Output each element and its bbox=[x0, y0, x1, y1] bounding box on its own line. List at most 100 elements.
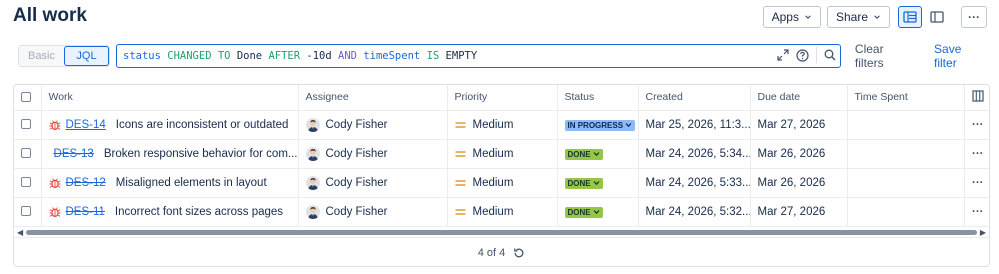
table-row[interactable]: DES-11 Incorrect font sizes across pages… bbox=[14, 197, 989, 227]
row-checkbox[interactable] bbox=[21, 206, 31, 217]
priority-label: Medium bbox=[472, 118, 514, 131]
status-cell[interactable]: DONE bbox=[557, 197, 639, 227]
avatar bbox=[305, 175, 320, 190]
jql-token: -10d bbox=[306, 50, 332, 62]
priority-cell[interactable]: Medium bbox=[447, 110, 558, 140]
status-badge[interactable]: DONE bbox=[564, 206, 603, 218]
status-badge[interactable]: DONE bbox=[564, 177, 603, 189]
work-item-summary[interactable]: Icons are inconsistent or outdated bbox=[116, 119, 289, 131]
jql-mode-button[interactable]: JQL bbox=[64, 46, 109, 66]
chevron-down-icon bbox=[874, 15, 880, 19]
scrollbar-thumb[interactable] bbox=[26, 230, 977, 235]
column-header-status[interactable]: Status bbox=[557, 85, 639, 111]
save-filter-button[interactable]: Save filter bbox=[934, 42, 986, 70]
horizontal-scrollbar[interactable]: ◀ ▶ bbox=[14, 227, 989, 237]
time-spent-cell bbox=[847, 110, 965, 140]
columns-icon[interactable] bbox=[972, 90, 984, 102]
status-badge[interactable]: DONE bbox=[564, 148, 603, 160]
row-more-button[interactable]: ··· bbox=[972, 177, 984, 189]
work-table: Work Assignee Priority Status Created Du… bbox=[13, 84, 990, 267]
jql-token: EMPTY bbox=[445, 50, 478, 62]
jql-input[interactable]: status CHANGED TO Done AFTER -10d AND ti… bbox=[116, 44, 841, 68]
status-label: DONE bbox=[567, 149, 591, 159]
priority-label: Medium bbox=[472, 176, 514, 189]
detail-view-icon bbox=[930, 11, 944, 23]
status-cell[interactable]: DONE bbox=[557, 168, 639, 198]
table-row[interactable]: DES-12 Misaligned elements in layout Cod… bbox=[14, 168, 989, 198]
bug-icon bbox=[49, 119, 60, 130]
row-checkbox[interactable] bbox=[21, 177, 31, 188]
search-mode-toggle: Basic JQL bbox=[18, 45, 110, 67]
assignee-cell[interactable]: Cody Fisher bbox=[298, 168, 448, 198]
avatar bbox=[305, 204, 320, 219]
status-label: DONE bbox=[567, 178, 591, 188]
work-item-key[interactable]: DES-11 bbox=[66, 206, 105, 218]
more-icon: ··· bbox=[968, 10, 980, 24]
basic-mode-button[interactable]: Basic bbox=[19, 46, 64, 66]
work-item-summary[interactable]: Incorrect font sizes across pages bbox=[115, 206, 283, 218]
apps-button[interactable]: Apps bbox=[762, 6, 821, 28]
refresh-icon[interactable] bbox=[513, 247, 525, 259]
work-item-key[interactable]: DES-13 bbox=[54, 148, 94, 160]
row-checkbox[interactable] bbox=[21, 119, 31, 130]
column-header-time-spent[interactable]: Time Spent bbox=[847, 85, 965, 111]
priority-label: Medium bbox=[472, 147, 514, 160]
status-cell[interactable]: DONE bbox=[557, 139, 639, 169]
scroll-right-icon[interactable]: ▶ bbox=[980, 228, 986, 237]
work-cell: DES-12 Misaligned elements in layout bbox=[41, 168, 299, 198]
row-more-cell: ··· bbox=[964, 139, 989, 169]
assignee-cell[interactable]: Cody Fisher bbox=[298, 110, 448, 140]
work-item-key[interactable]: DES-14 bbox=[66, 119, 106, 131]
work-cell: DES-14 Icons are inconsistent or outdate… bbox=[41, 110, 299, 140]
select-all-checkbox[interactable] bbox=[21, 92, 31, 103]
table-row[interactable]: DES-13 Broken responsive behavior for co… bbox=[14, 139, 989, 169]
row-select-cell bbox=[14, 110, 42, 140]
assignee-name: Cody Fisher bbox=[325, 205, 388, 218]
table-header-row: Work Assignee Priority Status Created Du… bbox=[14, 85, 989, 111]
column-header-work[interactable]: Work bbox=[41, 85, 299, 111]
work-item-key[interactable]: DES-12 bbox=[66, 177, 106, 189]
status-label: DONE bbox=[567, 207, 591, 217]
row-select-cell bbox=[14, 197, 42, 227]
status-cell[interactable]: IN PROGRESS bbox=[557, 110, 639, 140]
row-more-button[interactable]: ··· bbox=[972, 206, 984, 218]
work-item-summary[interactable]: Broken responsive behavior for com... bbox=[104, 148, 297, 160]
scroll-left-icon[interactable]: ◀ bbox=[17, 228, 23, 237]
table-row[interactable]: DES-14 Icons are inconsistent or outdate… bbox=[14, 110, 989, 140]
created-cell: Mar 25, 2026, 11:3... bbox=[638, 110, 751, 140]
share-button[interactable]: Share bbox=[826, 6, 890, 28]
row-checkbox[interactable] bbox=[21, 148, 31, 159]
search-row: Basic JQL status CHANGED TO Done AFTER -… bbox=[18, 42, 986, 70]
list-view-button[interactable] bbox=[898, 6, 922, 28]
work-item-summary[interactable]: Misaligned elements in layout bbox=[116, 177, 267, 189]
row-more-button[interactable]: ··· bbox=[972, 148, 984, 160]
assignee-cell[interactable]: Cody Fisher bbox=[298, 139, 448, 169]
priority-cell[interactable]: Medium bbox=[447, 197, 558, 227]
work-cell: DES-13 Broken responsive behavior for co… bbox=[41, 139, 299, 169]
due-date-cell: Mar 27, 2026 bbox=[750, 110, 848, 140]
more-actions-button[interactable]: ··· bbox=[961, 6, 987, 28]
status-badge[interactable]: IN PROGRESS bbox=[564, 119, 636, 131]
assignee-name: Cody Fisher bbox=[325, 118, 388, 131]
row-more-cell: ··· bbox=[964, 168, 989, 198]
created-cell: Mar 24, 2026, 5:32... bbox=[638, 197, 751, 227]
chevron-down-icon bbox=[593, 181, 600, 186]
detail-view-button[interactable] bbox=[925, 6, 949, 28]
column-header-created[interactable]: Created bbox=[638, 85, 751, 111]
pagination: 4 of 4 bbox=[14, 237, 989, 266]
priority-cell[interactable]: Medium bbox=[447, 139, 558, 169]
priority-medium-icon bbox=[455, 150, 465, 157]
jql-token: status bbox=[123, 50, 161, 62]
jql-token: TO bbox=[217, 50, 231, 62]
column-header-priority[interactable]: Priority bbox=[447, 85, 558, 111]
work-cell: DES-11 Incorrect font sizes across pages bbox=[41, 197, 299, 227]
search-icon[interactable] bbox=[824, 49, 836, 61]
clear-filters-button[interactable]: Clear filters bbox=[855, 42, 914, 70]
column-header-due-date[interactable]: Due date bbox=[750, 85, 848, 111]
priority-cell[interactable]: Medium bbox=[447, 168, 558, 198]
assignee-cell[interactable]: Cody Fisher bbox=[298, 197, 448, 227]
help-icon[interactable] bbox=[796, 48, 809, 62]
expand-icon[interactable] bbox=[777, 49, 789, 61]
column-header-assignee[interactable]: Assignee bbox=[298, 85, 448, 111]
row-more-button[interactable]: ··· bbox=[972, 119, 984, 131]
